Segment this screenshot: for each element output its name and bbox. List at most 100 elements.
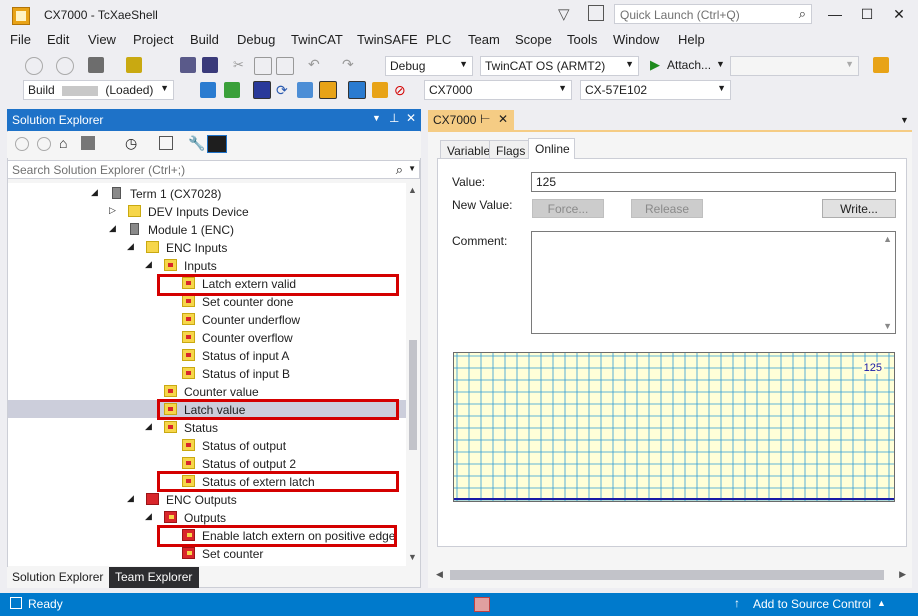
tree-item-module1[interactable]: ◢ Module 1 (ENC) xyxy=(8,220,406,238)
scroll-down-icon[interactable]: ▼ xyxy=(408,552,417,562)
new-project-icon[interactable] xyxy=(88,57,104,73)
activate-config-icon[interactable] xyxy=(224,82,240,98)
close-tab-icon[interactable]: ✕ xyxy=(498,112,508,126)
expanded-icon[interactable]: ◢ xyxy=(127,241,134,252)
tree-scrollbar-thumb[interactable] xyxy=(409,340,417,450)
force-button[interactable]: Force... xyxy=(532,199,604,218)
back-icon[interactable] xyxy=(15,137,29,151)
open-icon[interactable] xyxy=(126,57,142,73)
menu-twinsafe[interactable]: TwinSAFE xyxy=(357,32,418,47)
home-icon[interactable]: ⌂ xyxy=(59,135,67,151)
redo-icon[interactable]: ↷ xyxy=(342,56,358,72)
tree-item-status-input-b[interactable]: Status of input B xyxy=(8,364,406,382)
find-icon[interactable] xyxy=(873,57,889,73)
reload-icon[interactable]: ⟳ xyxy=(276,82,292,98)
tree-item-counter-overflow[interactable]: Counter overflow xyxy=(8,328,406,346)
build-icon[interactable] xyxy=(200,82,216,98)
tab-online[interactable]: Online xyxy=(528,138,575,159)
route-icon[interactable] xyxy=(372,82,388,98)
scroll-down-icon[interactable]: ▼ xyxy=(883,321,892,331)
expanded-icon[interactable]: ◢ xyxy=(109,223,116,234)
tree-item-inputs[interactable]: ◢ Inputs xyxy=(8,256,406,274)
forward-icon[interactable] xyxy=(37,137,51,151)
menu-plc[interactable]: PLC xyxy=(426,32,451,47)
filter-icon[interactable]: ▽ xyxy=(558,5,570,23)
quick-launch-input[interactable]: Quick Launch (Ctrl+Q) ⌕ xyxy=(614,4,812,24)
chevron-up-icon[interactable]: ▲ xyxy=(877,598,886,608)
horizontal-scrollbar[interactable]: ◀ ▶ xyxy=(432,567,910,584)
netid-combo[interactable]: CX-57E102 ▼ xyxy=(580,80,731,100)
pending-changes-icon[interactable]: ◷ xyxy=(125,135,137,152)
pin-icon[interactable]: ⊢ xyxy=(480,112,490,126)
solution-combo[interactable]: ▼ xyxy=(730,56,859,76)
start-icon[interactable]: ▶ xyxy=(650,57,660,73)
undo-icon[interactable]: ↶ xyxy=(308,56,324,72)
tree-item-status-of-output[interactable]: Status of output xyxy=(8,436,406,454)
menu-view[interactable]: View xyxy=(88,32,116,47)
expanded-icon[interactable]: ◢ xyxy=(127,493,134,504)
collapsed-icon[interactable]: ▷ xyxy=(109,205,116,216)
tree-item-enc-outputs[interactable]: ◢ ENC Outputs xyxy=(8,490,406,508)
tree-item-status-of-output-2[interactable]: Status of output 2 xyxy=(8,454,406,472)
preview-icon[interactable] xyxy=(207,135,227,153)
forward-icon[interactable] xyxy=(56,57,74,75)
horizontal-scrollbar-thumb[interactable] xyxy=(450,570,884,580)
chevron-down-icon[interactable]: ▼ xyxy=(716,59,725,69)
close-button[interactable]: ✕ xyxy=(884,4,914,24)
stop-icon[interactable]: ⊘ xyxy=(394,82,410,98)
comment-textarea[interactable]: ▲ ▼ xyxy=(531,231,896,334)
chevron-down-icon[interactable]: ▼ xyxy=(900,115,909,125)
scroll-up-icon[interactable]: ▲ xyxy=(408,185,417,195)
paste-icon[interactable] xyxy=(276,57,294,75)
config-mode-icon[interactable] xyxy=(297,82,313,98)
tree-item-counter-value[interactable]: Counter value xyxy=(8,382,406,400)
notifications-icon[interactable] xyxy=(588,5,604,21)
tab-flags[interactable]: Flags xyxy=(489,140,529,159)
expanded-icon[interactable]: ◢ xyxy=(91,187,98,198)
tab-team-explorer[interactable]: Team Explorer xyxy=(109,567,199,588)
chevron-down-icon[interactable]: ▼ xyxy=(408,164,416,173)
solution-search-input[interactable]: Search Solution Explorer (Ctrl+;) ⌕ ▼ xyxy=(7,160,420,179)
attach-button[interactable]: Attach... xyxy=(667,58,711,72)
menu-file[interactable]: File xyxy=(10,32,31,47)
write-button[interactable]: Write... xyxy=(822,199,896,218)
tree-item-outputs[interactable]: ◢ Outputs xyxy=(8,508,406,526)
tree-item-status[interactable]: ◢ Status xyxy=(8,418,406,436)
platform-combo[interactable]: TwinCAT OS (ARMT2) ▼ xyxy=(480,56,639,76)
cut-icon[interactable]: ✂ xyxy=(233,57,249,73)
menu-team[interactable]: Team xyxy=(468,32,500,47)
expanded-icon[interactable]: ◢ xyxy=(145,421,152,432)
scroll-left-icon[interactable]: ◀ xyxy=(436,569,443,580)
properties-icon[interactable]: 🔧 xyxy=(188,135,205,152)
maximize-button[interactable]: ☐ xyxy=(852,4,882,24)
expanded-icon[interactable]: ◢ xyxy=(145,259,152,270)
tree-item-enc-inputs[interactable]: ◢ ENC Inputs xyxy=(8,238,406,256)
tab-variable[interactable]: Variable xyxy=(440,140,490,159)
menu-edit[interactable]: Edit xyxy=(47,32,69,47)
minimize-button[interactable]: — xyxy=(820,4,850,24)
back-icon[interactable] xyxy=(25,57,43,75)
menu-window[interactable]: Window xyxy=(613,32,659,47)
tree-item-counter-underflow[interactable]: Counter underflow xyxy=(8,310,406,328)
menu-build[interactable]: Build xyxy=(190,32,219,47)
scroll-up-icon[interactable]: ▲ xyxy=(883,234,892,244)
menu-help[interactable]: Help xyxy=(678,32,705,47)
document-tab[interactable]: CX7000 ⊢ ✕ xyxy=(428,110,514,132)
menu-scope[interactable]: Scope xyxy=(515,32,552,47)
target-system-combo[interactable]: CX7000 ▼ xyxy=(424,80,572,100)
scan-icon[interactable] xyxy=(319,81,337,99)
twincat-status-icon[interactable] xyxy=(474,597,490,612)
save-all-icon[interactable] xyxy=(202,57,218,73)
expanded-icon[interactable]: ◢ xyxy=(145,511,152,522)
menu-tools[interactable]: Tools xyxy=(567,32,597,47)
tab-solution-explorer[interactable]: Solution Explorer xyxy=(7,567,109,588)
save-icon[interactable] xyxy=(180,57,196,73)
menu-debug[interactable]: Debug xyxy=(237,32,275,47)
switch-views-icon[interactable] xyxy=(81,136,95,150)
restart-icon[interactable] xyxy=(253,81,271,99)
panel-close-icon[interactable]: ✕ xyxy=(406,111,416,125)
add-to-source-control[interactable]: Add to Source Control xyxy=(753,597,871,611)
scroll-right-icon[interactable]: ▶ xyxy=(899,569,906,580)
target-icon[interactable] xyxy=(348,81,366,99)
tree-item-status-input-a[interactable]: Status of input A xyxy=(8,346,406,364)
